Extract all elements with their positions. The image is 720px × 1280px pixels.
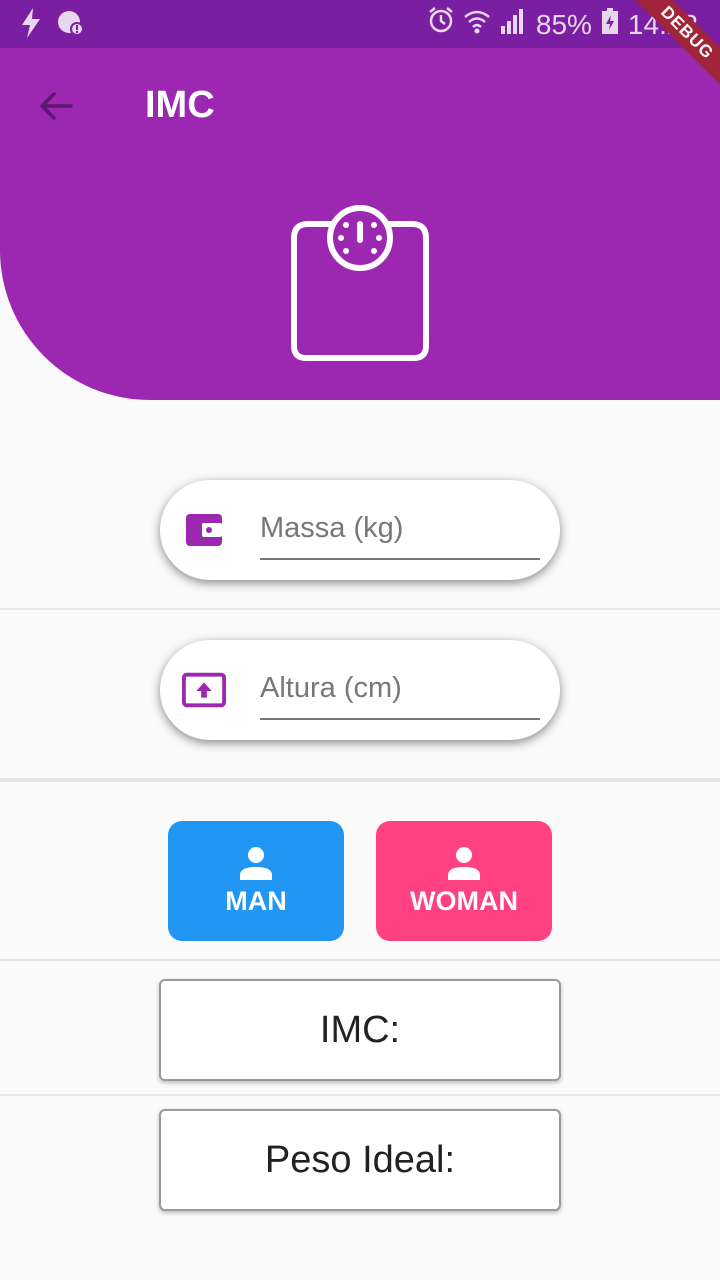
imc-result-box: IMC: — [159, 979, 561, 1081]
status-bar: 85% 14:22 — [0, 0, 720, 48]
back-button[interactable] — [30, 80, 82, 132]
arrow-back-icon — [40, 92, 73, 120]
imc-result-label: IMC: — [319, 1008, 401, 1051]
battery-icon — [601, 7, 618, 43]
man-button[interactable]: MAN — [168, 821, 344, 941]
data-saver-icon — [56, 9, 84, 42]
app-header: IMC — [0, 48, 720, 400]
woman-label: WOMAN — [410, 885, 518, 916]
alarm-icon — [428, 6, 454, 43]
person-icon — [240, 846, 272, 880]
divider — [0, 1094, 720, 1096]
mass-input[interactable] — [260, 498, 540, 560]
mass-field-row — [0, 450, 720, 610]
upload-box-icon — [182, 670, 226, 710]
weighing-scale-icon — [288, 198, 432, 367]
man-label: MAN — [225, 885, 287, 916]
battery-percent: 85% — [535, 8, 592, 40]
gender-selector: MAN WOMAN — [0, 780, 720, 961]
height-input[interactable] — [260, 658, 540, 720]
signal-icon — [500, 7, 526, 43]
person-icon — [448, 846, 480, 880]
wifi-icon — [464, 7, 490, 43]
mass-field-card — [160, 480, 560, 580]
page-title: IMC — [145, 84, 215, 126]
ideal-weight-box: Peso Ideal: — [159, 1109, 561, 1211]
wallet-icon — [182, 510, 226, 550]
woman-button[interactable]: WOMAN — [376, 821, 552, 941]
flash-icon — [20, 8, 42, 43]
height-field-card — [160, 640, 560, 740]
ideal-weight-label: Peso Ideal: — [264, 1138, 456, 1181]
height-field-row — [0, 610, 720, 780]
